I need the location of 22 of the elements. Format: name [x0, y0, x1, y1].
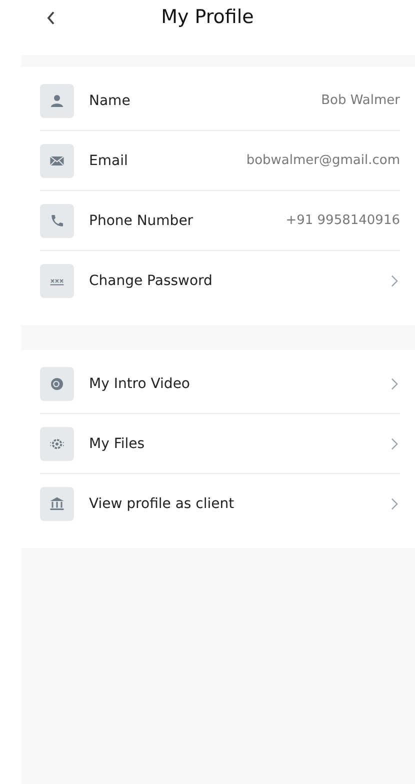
chevron-icon [391, 274, 398, 286]
envelope-icon [40, 144, 74, 178]
field-value: +91 9958140916 [286, 213, 400, 228]
menu-item[interactable]: My Intro Video [40, 354, 400, 414]
menu-item[interactable]: View profile as client [40, 474, 400, 533]
phone-icon [40, 204, 74, 238]
bank-icon [40, 486, 74, 520]
field-value: bobwalmer@gmail.com [246, 153, 400, 168]
field-label: Phone Number [89, 212, 194, 228]
field-label: Email [89, 152, 129, 168]
chevron-icon [391, 438, 398, 450]
person-icon [40, 84, 74, 118]
menu-item[interactable]: Change Password [40, 251, 400, 310]
asterisks-icon [40, 264, 74, 298]
field-value: Bob Walmer [321, 93, 400, 108]
chevron-icon [391, 378, 398, 390]
page-title: My Profile [161, 6, 254, 28]
gear-icon [40, 426, 74, 460]
back-icon[interactable] [46, 11, 56, 25]
chevron-icon [391, 498, 398, 510]
menu-item[interactable]: My Files [40, 414, 400, 474]
field-label: Name [89, 92, 132, 108]
